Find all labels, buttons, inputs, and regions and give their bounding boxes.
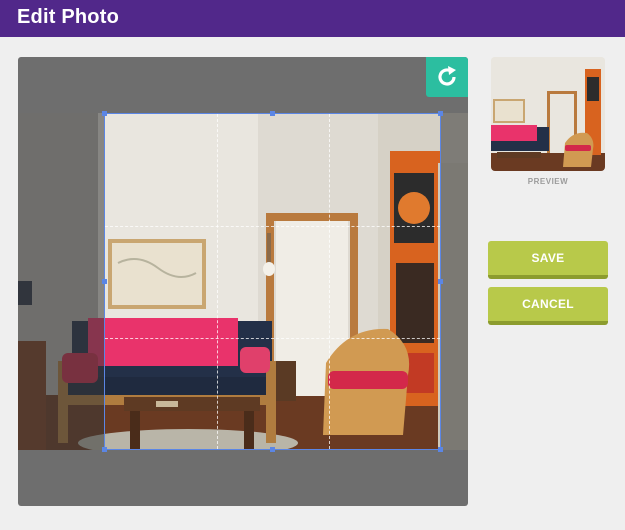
crop-mask-right xyxy=(441,113,468,450)
crop-handle-top[interactable] xyxy=(270,111,275,116)
crop-handle-bottom[interactable] xyxy=(270,447,275,452)
crop-mask-left xyxy=(18,113,104,450)
rotate-clockwise-icon xyxy=(438,66,456,86)
preview-thumbnail xyxy=(491,57,605,171)
crop-handle-top-left[interactable] xyxy=(102,111,107,116)
crop-grid-line xyxy=(329,114,330,449)
crop-stage xyxy=(18,57,468,506)
crop-grid-line xyxy=(105,226,440,227)
dialog-title: Edit Photo xyxy=(17,6,119,28)
rotate-button[interactable] xyxy=(426,57,468,97)
crop-grid-line xyxy=(217,114,218,449)
crop-handle-bottom-right[interactable] xyxy=(438,447,443,452)
crop-handle-right[interactable] xyxy=(438,279,443,284)
save-button[interactable]: SAVE xyxy=(488,241,608,279)
crop-handle-bottom-left[interactable] xyxy=(102,447,107,452)
crop-handle-top-right[interactable] xyxy=(438,111,443,116)
preview-image xyxy=(491,57,605,171)
preview-label: PREVIEW xyxy=(527,177,569,186)
crop-selection[interactable] xyxy=(102,111,443,452)
cancel-button[interactable]: CANCEL xyxy=(488,287,608,325)
title-bar: Edit Photo xyxy=(0,0,625,37)
crop-handle-left[interactable] xyxy=(102,279,107,284)
crop-grid-line xyxy=(105,338,440,339)
